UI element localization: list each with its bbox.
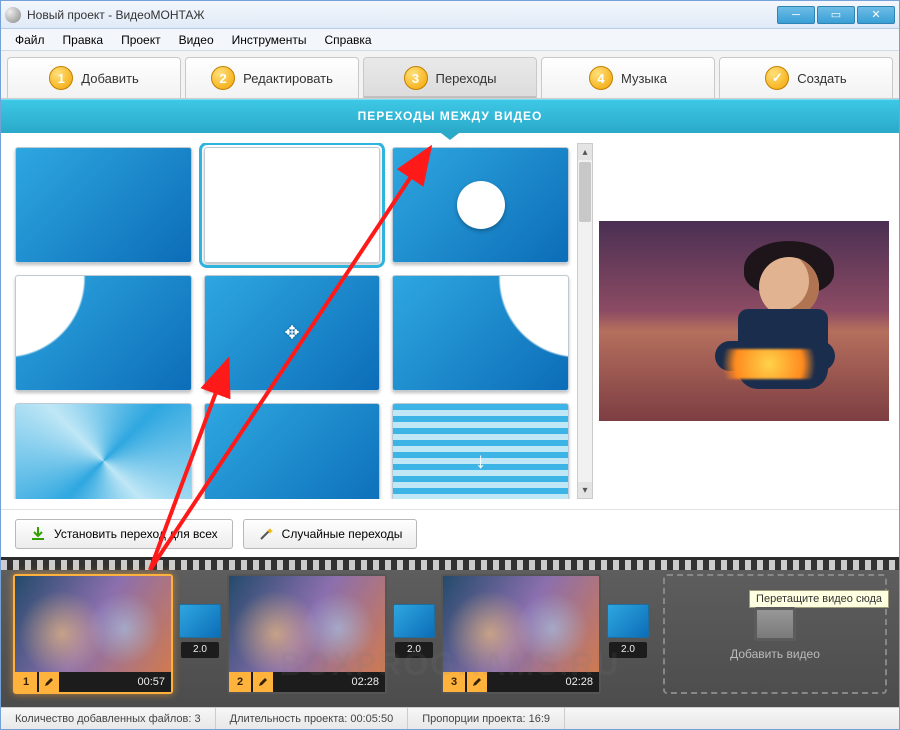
- app-window: Новый проект - ВидеоМОНТАЖ ─ ▭ ✕ Файл Пр…: [0, 0, 900, 730]
- step-create[interactable]: ✓ Создать: [719, 57, 893, 98]
- drop-label: Добавить видео: [730, 647, 820, 661]
- expand-icon: ✥: [473, 195, 488, 216]
- minimize-button[interactable]: ─: [777, 6, 815, 24]
- transition-buttons-row: Установить переход для всех Случайные пе…: [1, 509, 899, 557]
- menu-file[interactable]: Файл: [7, 31, 53, 49]
- transition-thumb[interactable]: [15, 403, 192, 499]
- check-icon: ✓: [765, 66, 789, 90]
- statusbar: Количество добавленных файлов: 3 Длитель…: [1, 707, 899, 729]
- step-label: Переходы: [436, 71, 497, 86]
- transition-thumb[interactable]: [204, 147, 381, 263]
- transition-thumb[interactable]: ✥: [392, 147, 569, 263]
- clip-index: 2: [229, 672, 251, 692]
- clip-duration: 02:28: [565, 676, 599, 688]
- transition-thumb[interactable]: ✥: [204, 275, 381, 391]
- preview-screen[interactable]: [599, 221, 889, 421]
- menu-video[interactable]: Видео: [171, 31, 222, 49]
- film-perforation: [1, 560, 899, 570]
- edit-icon[interactable]: [253, 672, 273, 692]
- step-tabs: 1 Добавить 2 Редактировать 3 Переходы 4 …: [1, 51, 899, 99]
- timeline-transition[interactable]: 2.0: [607, 604, 649, 664]
- scrollbar[interactable]: ▴ ▾: [577, 143, 593, 499]
- transition-thumb[interactable]: [204, 403, 381, 499]
- step-number-icon: 4: [589, 66, 613, 90]
- workarea: ✥ ✥ ↓ ▴ ▾: [1, 133, 899, 509]
- timeline-clip[interactable]: ✂ ★ 1 00:57: [13, 574, 173, 694]
- timeline-clip[interactable]: 2 02:28: [227, 574, 387, 694]
- transition-duration: 2.0: [181, 642, 219, 658]
- wand-icon: [258, 526, 274, 542]
- tooltip: Перетащите видео сюда: [749, 590, 889, 608]
- menubar: Файл Правка Проект Видео Инструменты Спр…: [1, 29, 899, 51]
- clip-index: 1: [15, 672, 37, 692]
- step-music[interactable]: 4 Музыка: [541, 57, 715, 98]
- menu-edit[interactable]: Правка: [55, 31, 112, 49]
- transition-thumb[interactable]: ↓: [392, 403, 569, 499]
- step-transitions[interactable]: 3 Переходы: [363, 57, 537, 98]
- step-number-icon: 3: [404, 66, 428, 90]
- status-ratio: Пропорции проекта: 16:9: [408, 708, 565, 729]
- banner-title: ПЕРЕХОДЫ МЕЖДУ ВИДЕО: [358, 109, 543, 123]
- maximize-button[interactable]: ▭: [817, 6, 855, 24]
- step-label: Добавить: [81, 71, 138, 86]
- transition-duration: 2.0: [395, 642, 433, 658]
- clip-index: 3: [443, 672, 465, 692]
- step-edit[interactable]: 2 Редактировать: [185, 57, 359, 98]
- timeline-transition[interactable]: 2.0: [179, 604, 221, 664]
- clip-duration: 02:28: [351, 676, 385, 688]
- transition-grid: ✥ ✥ ↓: [11, 143, 577, 499]
- scroll-down-icon[interactable]: ▾: [578, 482, 592, 498]
- step-label: Редактировать: [243, 71, 333, 86]
- move-icon: ✥: [284, 323, 299, 344]
- step-label: Музыка: [621, 71, 667, 86]
- status-duration: Длительность проекта: 00:05:50: [216, 708, 409, 729]
- window-title: Новый проект - ВидеоМОНТАЖ: [27, 8, 777, 22]
- timeline-transition[interactable]: 2.0: [393, 604, 435, 664]
- titlebar: Новый проект - ВидеоМОНТАЖ ─ ▭ ✕: [1, 1, 899, 29]
- app-icon: [5, 7, 21, 23]
- timeline: ✂ ★ 1 00:57 2.0 2 02:28 2.0: [1, 557, 899, 707]
- step-number-icon: 2: [211, 66, 235, 90]
- preview-panel: [599, 143, 889, 499]
- transition-thumb[interactable]: [392, 275, 569, 391]
- edit-icon[interactable]: [467, 672, 487, 692]
- section-banner: ПЕРЕХОДЫ МЕЖДУ ВИДЕО: [1, 99, 899, 133]
- transition-thumb[interactable]: [15, 275, 192, 391]
- step-add[interactable]: 1 Добавить: [7, 57, 181, 98]
- button-label: Установить переход для всех: [54, 527, 218, 541]
- scroll-up-icon[interactable]: ▴: [578, 144, 592, 160]
- step-number-icon: 1: [49, 66, 73, 90]
- menu-project[interactable]: Проект: [113, 31, 169, 49]
- apply-all-button[interactable]: Установить переход для всех: [15, 519, 233, 549]
- film-icon: [754, 607, 796, 641]
- scroll-handle[interactable]: [579, 162, 591, 222]
- menu-help[interactable]: Справка: [316, 31, 379, 49]
- arrow-down-icon: ↓: [475, 448, 486, 474]
- step-label: Создать: [797, 71, 846, 86]
- timeline-clip[interactable]: 3 02:28: [441, 574, 601, 694]
- transition-duration: 2.0: [609, 642, 647, 658]
- download-icon: [30, 526, 46, 542]
- transition-thumb[interactable]: [15, 147, 192, 263]
- edit-icon[interactable]: [39, 672, 59, 692]
- drop-zone[interactable]: Перетащите видео сюда Добавить видео: [663, 574, 887, 694]
- menu-tools[interactable]: Инструменты: [224, 31, 315, 49]
- status-files: Количество добавленных файлов: 3: [1, 708, 216, 729]
- random-button[interactable]: Случайные переходы: [243, 519, 418, 549]
- clip-duration: 00:57: [137, 676, 171, 688]
- close-button[interactable]: ✕: [857, 6, 895, 24]
- button-label: Случайные переходы: [282, 527, 403, 541]
